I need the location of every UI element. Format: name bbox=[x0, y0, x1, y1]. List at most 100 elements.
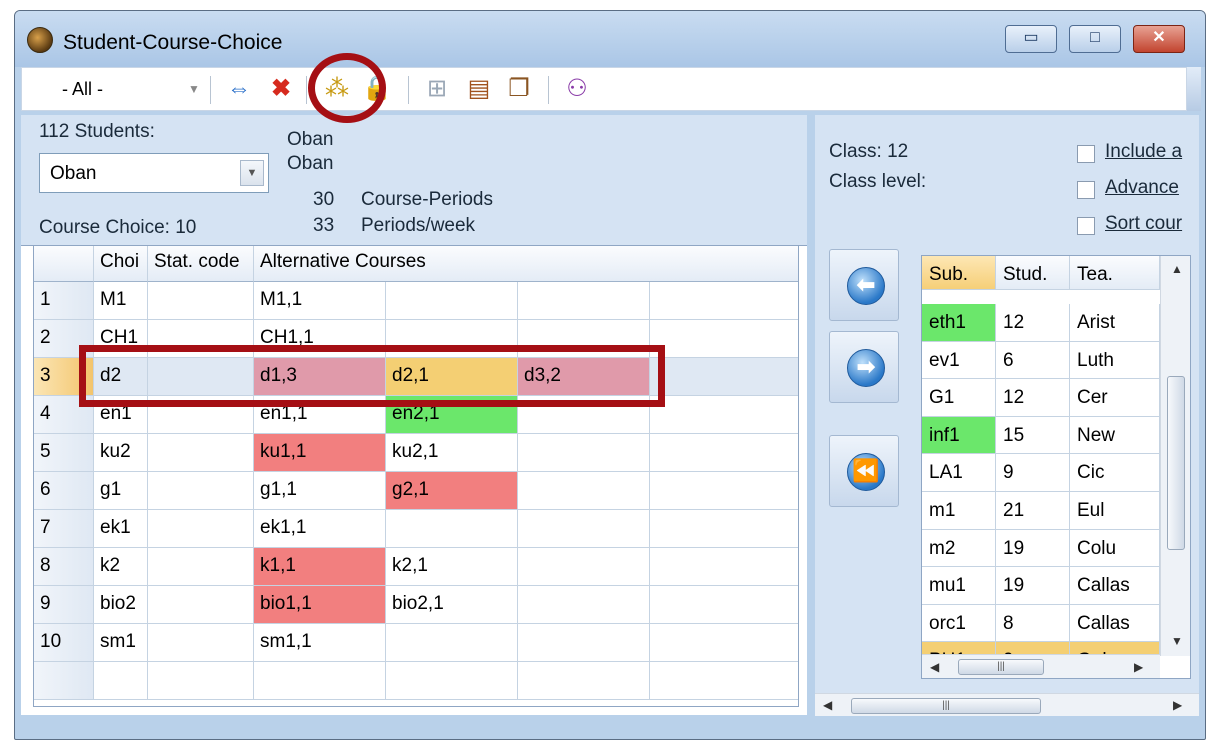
subject-cell[interactable]: inf1 bbox=[922, 416, 996, 455]
subject-cell[interactable]: mu1 bbox=[922, 567, 996, 605]
scroll-right-icon[interactable]: ▶ bbox=[1134, 660, 1143, 674]
student-count-cell[interactable]: 9 bbox=[996, 454, 1070, 492]
move-left-button[interactable]: ⬅ bbox=[829, 249, 899, 321]
row-number[interactable]: 1 bbox=[34, 282, 94, 320]
teacher-cell[interactable]: New bbox=[1070, 416, 1160, 455]
subject-grid-vertical-scrollbar[interactable]: ▲ ▼ bbox=[1160, 256, 1190, 656]
alternative-course-cell[interactable]: k1,1 bbox=[254, 548, 386, 586]
column-header-choice[interactable]: Choi bbox=[94, 246, 148, 282]
teacher-cell[interactable]: Colu bbox=[1070, 529, 1160, 568]
swap-arrows-icon[interactable]: ⇔ bbox=[224, 74, 254, 104]
course-choice-cell[interactable]: sm1 bbox=[94, 624, 148, 662]
toolbar-overflow-button[interactable] bbox=[1187, 67, 1201, 111]
row-number[interactable]: 8 bbox=[34, 548, 94, 586]
row-number[interactable]: 7 bbox=[34, 510, 94, 548]
alternative-course-cell[interactable]: bio1,1 bbox=[254, 586, 386, 624]
course-choice-cell[interactable]: k2 bbox=[94, 548, 148, 586]
stat-code-cell[interactable] bbox=[148, 282, 254, 320]
scroll-left-icon[interactable]: ◀ bbox=[823, 698, 832, 712]
alternative-course-cell[interactable]: g1,1 bbox=[254, 472, 386, 510]
chevron-down-icon[interactable]: ▼ bbox=[240, 160, 264, 186]
alternative-course-cell[interactable] bbox=[650, 396, 798, 434]
teacher-cell[interactable]: Cic bbox=[1070, 454, 1160, 492]
alternative-course-cell[interactable]: g2,1 bbox=[386, 472, 518, 510]
alternative-course-cell[interactable]: ek1,1 bbox=[254, 510, 386, 548]
scroll-up-icon[interactable]: ▲ bbox=[1171, 262, 1183, 276]
alternative-course-cell[interactable] bbox=[518, 548, 650, 586]
scroll-left-icon[interactable]: ◀ bbox=[930, 660, 939, 674]
stat-code-cell[interactable] bbox=[148, 624, 254, 662]
row-number[interactable]: 5 bbox=[34, 434, 94, 472]
alternative-course-cell[interactable] bbox=[650, 472, 798, 510]
teacher-cell[interactable]: Cer bbox=[1070, 379, 1160, 417]
alternative-course-cell[interactable] bbox=[518, 510, 650, 548]
teacher-cell[interactable]: Luth bbox=[1070, 341, 1160, 380]
alternative-course-cell[interactable] bbox=[518, 624, 650, 662]
row-number[interactable]: 10 bbox=[34, 624, 94, 662]
title-bar[interactable]: Student-Course-Choice ▭ □ ✕ bbox=[15, 11, 1205, 67]
alternative-course-cell[interactable] bbox=[386, 662, 518, 700]
alternative-course-cell[interactable]: sm1,1 bbox=[254, 624, 386, 662]
row-number[interactable]: 6 bbox=[34, 472, 94, 510]
teacher-cell[interactable]: Arist bbox=[1070, 304, 1160, 342]
filter-dropdown[interactable]: - All - ▼ bbox=[34, 76, 204, 102]
student-settings-icon[interactable]: ⚇ bbox=[562, 74, 592, 104]
student-count-cell[interactable]: 19 bbox=[996, 529, 1070, 568]
stat-code-cell[interactable] bbox=[148, 472, 254, 510]
stat-code-cell[interactable] bbox=[148, 434, 254, 472]
grid-icon[interactable]: ⊞ bbox=[422, 74, 452, 104]
scroll-thumb[interactable]: ||| bbox=[958, 659, 1044, 675]
delete-x-icon[interactable]: ✖ bbox=[266, 74, 296, 104]
student-count-cell[interactable]: 8 bbox=[996, 604, 1070, 643]
teacher-cell[interactable]: Eul bbox=[1070, 492, 1160, 530]
course-choice-cell[interactable]: ek1 bbox=[94, 510, 148, 548]
row-number[interactable]: 9 bbox=[34, 586, 94, 624]
chevron-down-icon[interactable]: ▼ bbox=[188, 82, 200, 96]
scroll-thumb[interactable]: ||| bbox=[851, 698, 1041, 714]
column-header-stat-code[interactable]: Stat. code bbox=[148, 246, 254, 282]
stat-code-cell[interactable] bbox=[148, 662, 254, 700]
teacher-header[interactable]: Tea. bbox=[1070, 256, 1160, 290]
student-count-cell[interactable]: 12 bbox=[996, 379, 1070, 417]
course-choice-cell[interactable] bbox=[94, 662, 148, 700]
student-count-cell[interactable]: 12 bbox=[996, 304, 1070, 342]
sort-courses-checkbox[interactable] bbox=[1077, 217, 1095, 235]
subject-cell[interactable]: eth1 bbox=[922, 304, 996, 342]
subject-cell[interactable]: orc1 bbox=[922, 604, 996, 643]
move-all-left-button[interactable]: ⏪ bbox=[829, 435, 899, 507]
remove-course-icon[interactable]: ▤ bbox=[464, 74, 494, 104]
sort-courses-label[interactable]: Sort cour bbox=[1105, 213, 1182, 235]
minimize-button[interactable]: ▭ bbox=[1005, 25, 1057, 53]
alternative-course-cell[interactable] bbox=[650, 282, 798, 320]
stat-code-cell[interactable] bbox=[148, 510, 254, 548]
course-choice-cell[interactable]: M1 bbox=[94, 282, 148, 320]
subject-grid-horizontal-scrollbar[interactable]: ◀ ||| ▶ bbox=[922, 654, 1160, 678]
alternative-course-cell[interactable] bbox=[650, 434, 798, 472]
subject-cell[interactable]: G1 bbox=[922, 379, 996, 417]
alternative-course-cell[interactable] bbox=[386, 624, 518, 662]
subject-cell[interactable]: LA1 bbox=[922, 454, 996, 492]
pane-horizontal-scrollbar[interactable]: ◀ ||| ▶ bbox=[815, 693, 1199, 716]
subject-cell[interactable]: ev1 bbox=[922, 341, 996, 380]
stat-code-cell[interactable] bbox=[148, 548, 254, 586]
advanced-label[interactable]: Advance bbox=[1105, 177, 1179, 199]
course-choice-cell[interactable]: ku2 bbox=[94, 434, 148, 472]
course-choice-cell[interactable]: bio2 bbox=[94, 586, 148, 624]
alternative-course-cell[interactable] bbox=[518, 662, 650, 700]
alternative-course-cell[interactable]: ku1,1 bbox=[254, 434, 386, 472]
student-count-cell[interactable]: 15 bbox=[996, 416, 1070, 455]
alternative-course-cell[interactable] bbox=[518, 434, 650, 472]
alternative-course-cell[interactable] bbox=[650, 320, 798, 358]
alternative-course-cell[interactable] bbox=[650, 548, 798, 586]
alternative-course-cell[interactable] bbox=[518, 586, 650, 624]
column-header-alternative-courses[interactable]: Alternative Courses bbox=[254, 246, 798, 282]
alternative-course-cell[interactable]: M1,1 bbox=[254, 282, 386, 320]
student-count-cell[interactable]: 21 bbox=[996, 492, 1070, 530]
stat-code-cell[interactable] bbox=[148, 586, 254, 624]
alternative-course-cell[interactable] bbox=[650, 586, 798, 624]
alternative-course-cell[interactable]: ku2,1 bbox=[386, 434, 518, 472]
advanced-checkbox[interactable] bbox=[1077, 181, 1095, 199]
scroll-down-icon[interactable]: ▼ bbox=[1171, 634, 1183, 648]
students-header[interactable]: Stud. bbox=[996, 256, 1070, 290]
subject-cell[interactable]: m1 bbox=[922, 492, 996, 530]
